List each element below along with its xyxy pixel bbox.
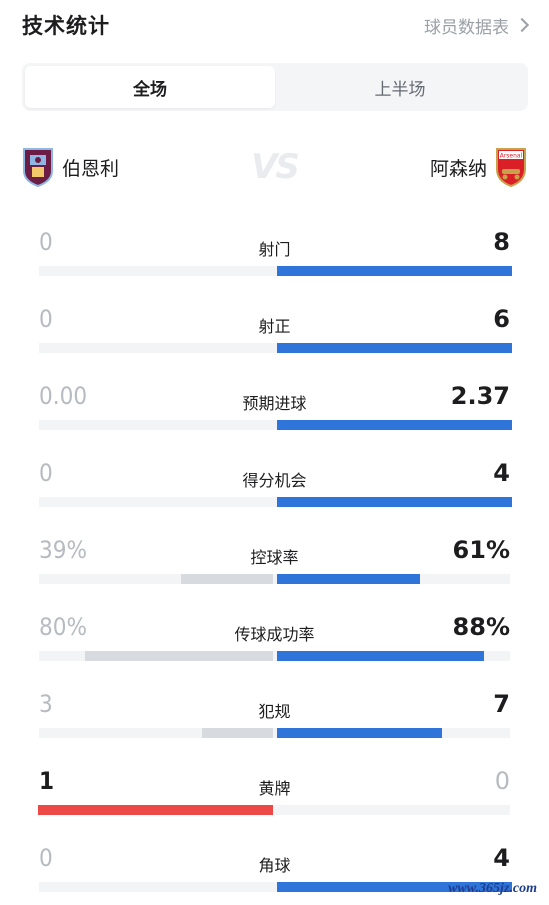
stat-label: 射正 [258,317,291,336]
stat-row: 39% 控球率 61% [39,536,510,584]
teams-row: 伯恩利 VS 阿森纳 Arsenal [22,144,527,190]
stat-label: 犯规 [258,702,291,721]
stat-row: 0 射门 8 [39,228,512,276]
away-value: 88% [452,613,510,641]
away-bar [276,728,442,738]
watermark: www.365jz.com [448,881,537,896]
stat-track [39,574,510,584]
svg-text:Arsenal: Arsenal [500,153,523,160]
away-bar [276,574,420,584]
home-team-name: 伯恩利 [62,157,120,180]
away-bar [276,266,512,276]
away-value: 7 [493,690,510,718]
player-stats-link-label: 球员数据表 [424,17,509,38]
player-stats-link[interactable]: 球员数据表 [424,13,530,38]
home-bar [201,728,273,738]
stat-label: 射门 [258,240,291,259]
away-bar [276,420,512,430]
away-value: 8 [493,228,510,256]
stat-label: 传球成功率 [234,625,315,644]
stat-row: 0.00 预期进球 2.37 [39,382,512,430]
header: 技术统计 球员数据表 [22,0,530,50]
away-bar [276,497,512,507]
arsenal-crest-icon: Arsenal [496,148,526,187]
away-value: 61% [452,536,510,564]
stat-row: 80% 传球成功率 88% [39,613,510,661]
stat-row: 1 黄牌 0 [37,767,510,815]
stat-label: 得分机会 [242,471,307,490]
home-bar [180,574,273,584]
away-bar [276,343,512,353]
away-team: 阿森纳 Arsenal [430,147,527,187]
stat-label: 角球 [258,856,291,875]
stat-label: 控球率 [250,548,299,567]
away-value: 4 [493,844,510,872]
period-tabs: 全场 上半场 [22,63,528,111]
stat-row: 0 射正 6 [39,305,512,353]
page-title: 技术统计 [22,14,110,38]
home-team: 伯恩利 [22,147,119,187]
stat-label: 预期进球 [242,394,307,413]
away-value: 0 [494,767,510,795]
stat-row: 3 犯规 7 [39,690,510,738]
away-value: 6 [493,305,510,333]
chevron-right-icon [514,17,530,33]
away-value: 2.37 [450,382,510,410]
stat-row: 0 角球 4 [39,844,512,892]
tab-first-half[interactable]: 上半场 [275,66,525,108]
away-value: 4 [493,459,510,487]
away-team-name: 阿森纳 [429,157,487,180]
stat-row: 0 得分机会 4 [39,459,512,507]
home-bar [37,805,273,815]
home-bar [84,651,273,661]
burnley-crest-icon [23,148,53,187]
stat-label: 黄牌 [258,779,291,798]
vs-mark: VS [251,147,300,187]
away-bar [276,651,484,661]
tab-full-match[interactable]: 全场 [25,66,275,108]
